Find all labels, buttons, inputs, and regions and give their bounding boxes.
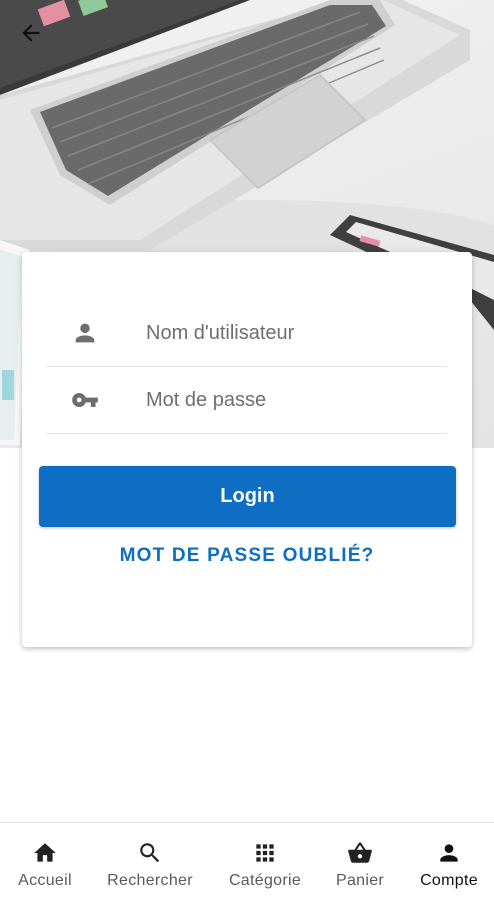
password-input[interactable] — [146, 388, 436, 412]
nav-item-panier[interactable]: Panier — [320, 823, 400, 901]
bottom-navigation: Accueil Rechercher Catégorie Panier Comp… — [0, 822, 494, 901]
username-input[interactable] — [146, 321, 436, 345]
password-field[interactable] — [46, 367, 447, 434]
grid-icon — [252, 840, 278, 866]
username-field[interactable] — [46, 300, 447, 367]
nav-label-accueil: Accueil — [18, 872, 72, 889]
arrow-back-icon — [22, 24, 40, 42]
person-icon — [71, 319, 99, 347]
account-icon — [436, 840, 462, 866]
search-icon — [137, 840, 163, 866]
basket-icon — [347, 840, 373, 866]
back-button[interactable] — [18, 20, 58, 60]
nav-label-panier: Panier — [335, 872, 385, 889]
nav-item-compte[interactable]: Compte — [404, 823, 494, 901]
nav-label-rechercher: Rechercher — [107, 872, 193, 889]
nav-item-accueil[interactable]: Accueil — [0, 823, 90, 901]
nav-label-categorie: Catégorie — [228, 872, 302, 889]
nav-item-rechercher[interactable]: Rechercher — [100, 823, 200, 901]
login-button[interactable]: Login — [39, 466, 456, 527]
key-icon — [71, 386, 99, 414]
nav-label-compte: Compte — [420, 872, 478, 889]
nav-item-categorie[interactable]: Catégorie — [218, 823, 312, 901]
forgot-password-link[interactable]: MOT DE PASSE OUBLIÉ? — [22, 545, 472, 567]
home-icon — [32, 840, 58, 866]
login-card: Login MOT DE PASSE OUBLIÉ? — [22, 252, 472, 647]
